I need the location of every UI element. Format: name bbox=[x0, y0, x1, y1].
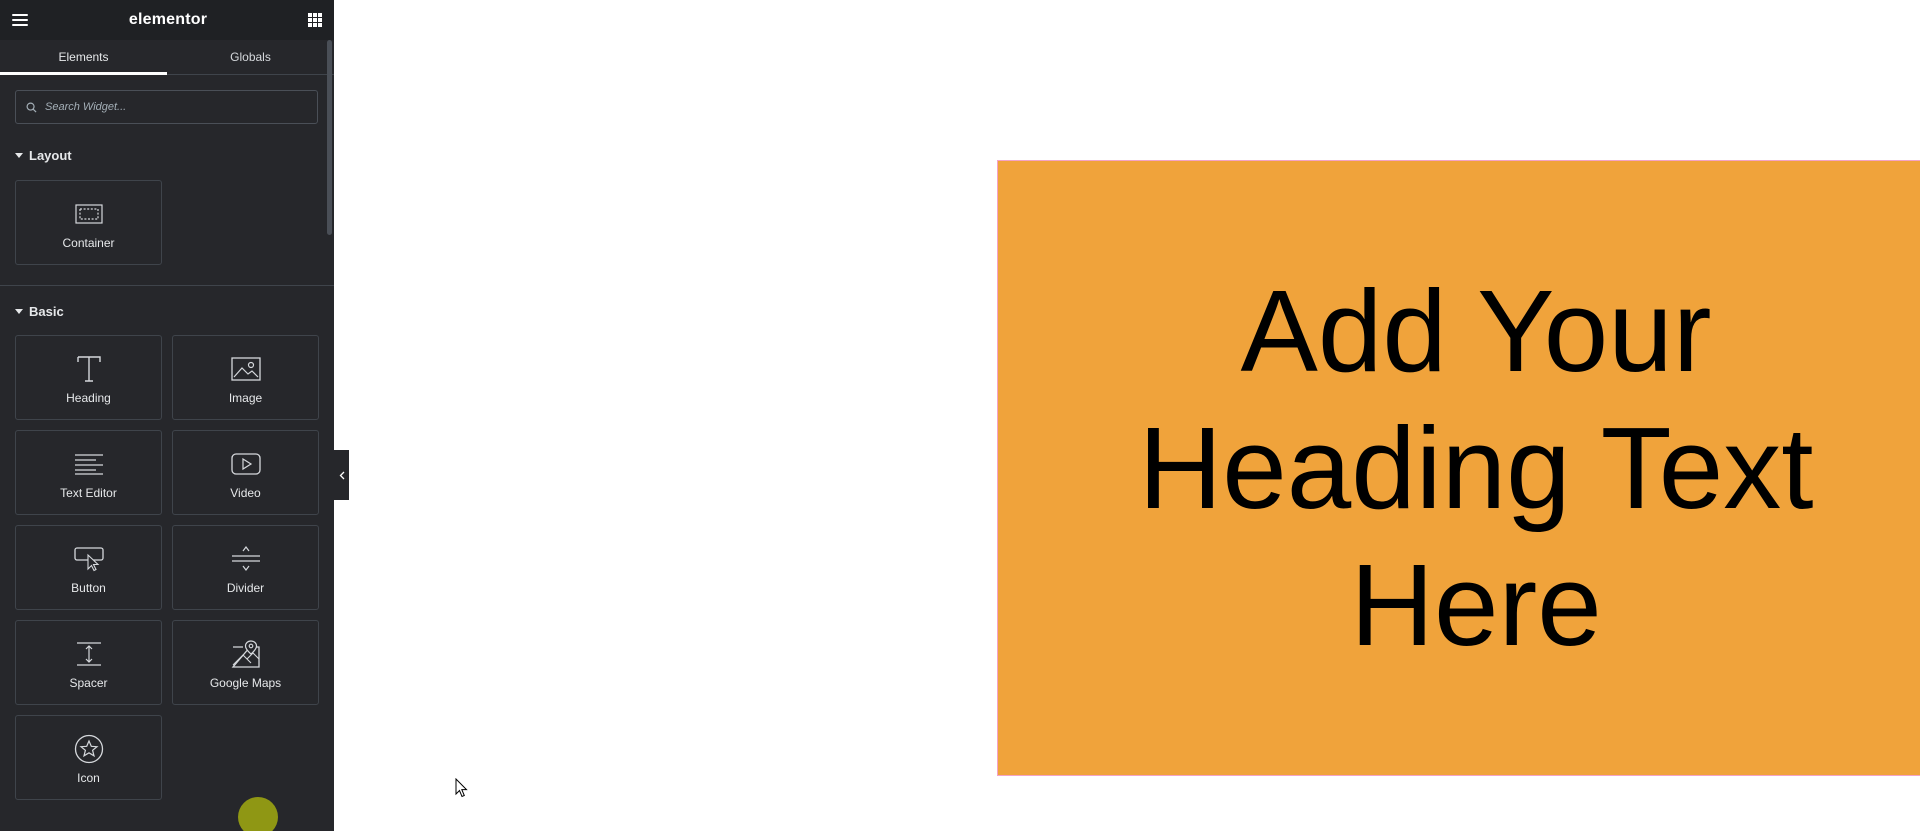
section-divider bbox=[0, 285, 334, 286]
widget-text-editor[interactable]: Text Editor bbox=[15, 430, 162, 515]
tab-elements[interactable]: Elements bbox=[0, 40, 167, 75]
collapse-panel-button[interactable] bbox=[334, 450, 349, 500]
widget-google-maps[interactable]: Google Maps bbox=[172, 620, 319, 705]
canvas-container[interactable]: Add Your Heading Text Here bbox=[997, 160, 1920, 776]
text-editor-icon bbox=[73, 448, 105, 480]
divider-icon bbox=[230, 543, 262, 575]
heading-widget[interactable]: Add Your Heading Text Here bbox=[1096, 263, 1856, 674]
chevron-left-icon bbox=[339, 471, 344, 479]
widget-icon[interactable]: Icon bbox=[15, 715, 162, 800]
mouse-cursor-icon bbox=[455, 778, 468, 798]
tab-globals[interactable]: Globals bbox=[167, 40, 334, 74]
heading-icon bbox=[73, 353, 105, 385]
search-icon bbox=[26, 102, 37, 113]
google-maps-icon bbox=[230, 638, 262, 670]
editor-panel: elementor Elements Globals Layout bbox=[0, 0, 334, 831]
widget-label: Button bbox=[71, 581, 106, 595]
star-icon bbox=[73, 733, 105, 765]
caret-down-icon bbox=[15, 152, 23, 158]
widget-divider[interactable]: Divider bbox=[172, 525, 319, 610]
editor-canvas[interactable]: Add Your Heading Text Here bbox=[349, 0, 1920, 831]
panel-tabs: Elements Globals bbox=[0, 40, 334, 75]
widget-label: Spacer bbox=[69, 676, 108, 690]
widget-label: Container bbox=[62, 236, 115, 250]
image-icon bbox=[230, 353, 262, 385]
widget-label: Video bbox=[230, 486, 261, 500]
widget-button[interactable]: Button bbox=[15, 525, 162, 610]
search-area bbox=[0, 75, 334, 124]
panel-header: elementor bbox=[0, 0, 334, 40]
widget-label: Image bbox=[228, 391, 263, 405]
widget-container[interactable]: Container bbox=[15, 180, 162, 265]
widget-image[interactable]: Image bbox=[172, 335, 319, 420]
widget-heading[interactable]: Heading bbox=[15, 335, 162, 420]
search-box[interactable] bbox=[15, 90, 318, 124]
widget-label: Divider bbox=[226, 581, 265, 595]
caret-down-icon bbox=[15, 308, 23, 314]
drag-indicator-dot bbox=[238, 797, 278, 831]
basic-widgets: Heading Image Text Editor Video Button D… bbox=[0, 335, 334, 800]
widget-label: Heading bbox=[66, 391, 111, 405]
panel-scrollbar[interactable] bbox=[327, 40, 332, 235]
section-basic-title: Basic bbox=[29, 303, 64, 319]
spacer-icon bbox=[73, 638, 105, 670]
widget-spacer[interactable]: Spacer bbox=[15, 620, 162, 705]
widget-video[interactable]: Video bbox=[172, 430, 319, 515]
widget-label: Icon bbox=[77, 771, 100, 785]
widget-label: Text Editor bbox=[60, 486, 117, 500]
section-basic-toggle[interactable]: Basic bbox=[0, 301, 334, 321]
menu-icon[interactable] bbox=[12, 14, 28, 26]
container-icon bbox=[73, 198, 105, 230]
section-layout-toggle[interactable]: Layout bbox=[0, 145, 334, 165]
layout-widgets: Container bbox=[0, 180, 334, 265]
widget-label: Google Maps bbox=[209, 676, 282, 690]
button-icon bbox=[73, 543, 105, 575]
video-icon bbox=[230, 448, 262, 480]
widgets-grid-icon[interactable] bbox=[308, 13, 322, 27]
section-layout-title: Layout bbox=[29, 147, 72, 163]
search-input[interactable] bbox=[45, 101, 295, 113]
elementor-logo: elementor bbox=[128, 11, 208, 28]
